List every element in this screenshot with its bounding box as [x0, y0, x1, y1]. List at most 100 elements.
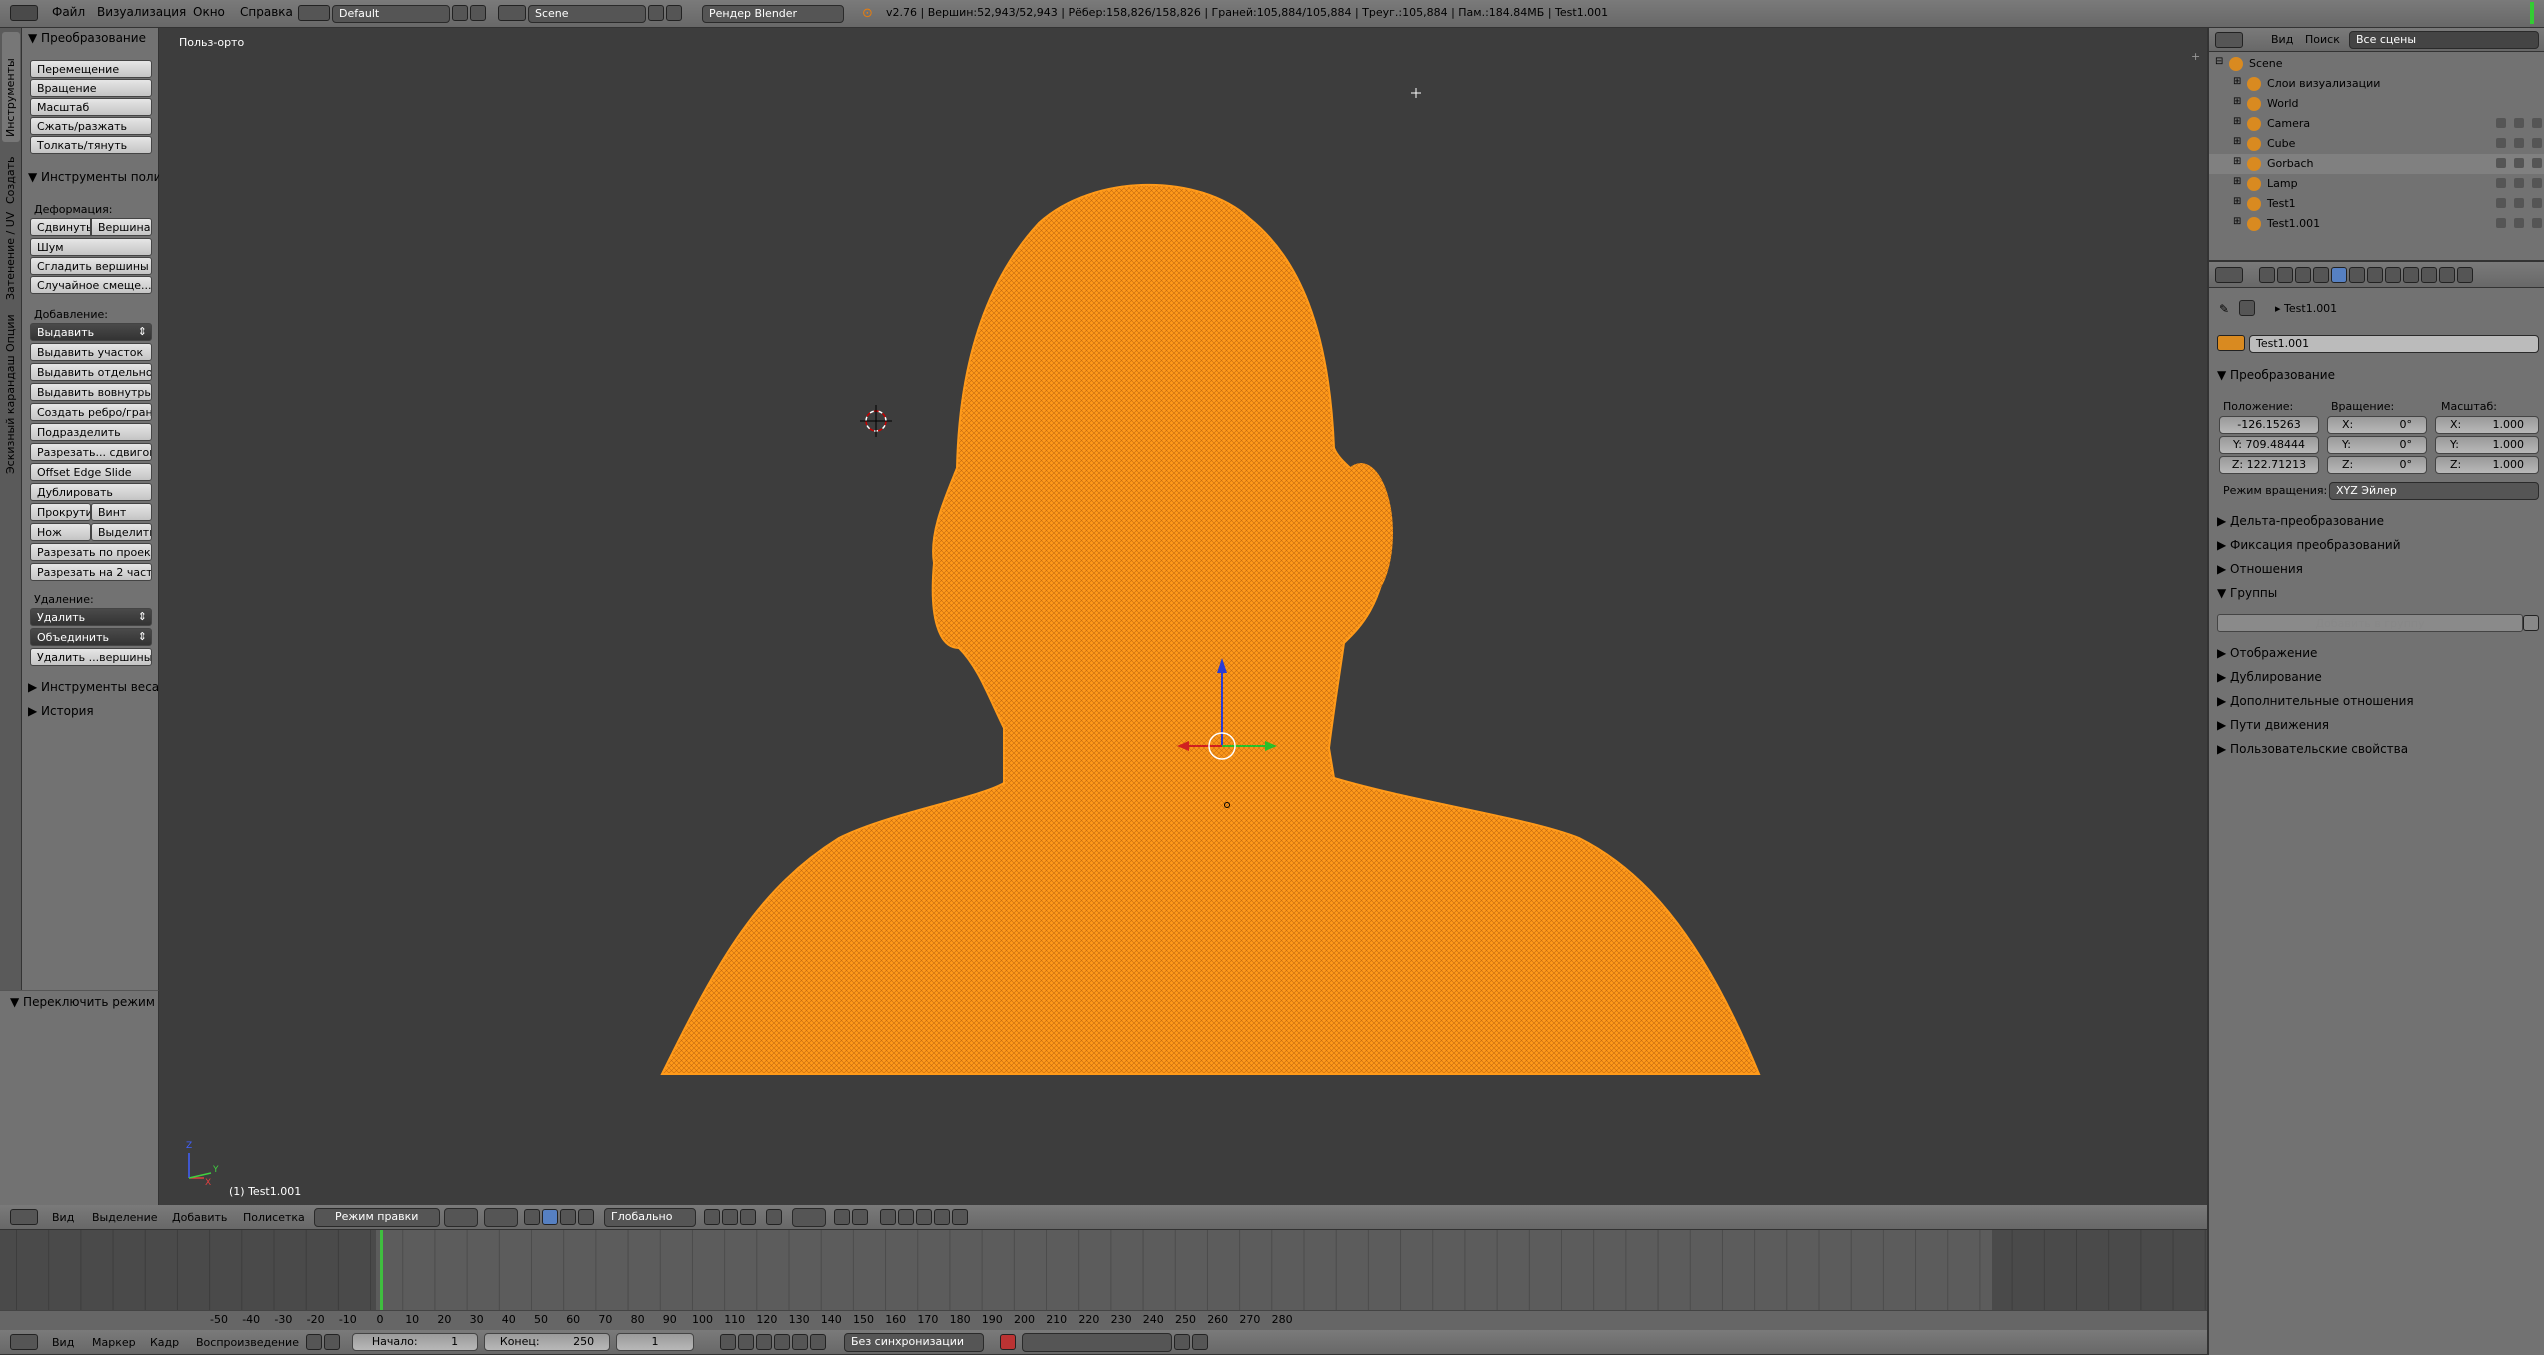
edge-select-icon[interactable]	[722, 1209, 738, 1225]
tab-shading-uv[interactable]: Затенение / UV	[2, 212, 20, 302]
outliner-item[interactable]: ⊞ Lamp	[2209, 174, 2544, 194]
prev-keyframe-icon[interactable]	[738, 1334, 754, 1350]
mesh-object[interactable]	[159, 28, 2207, 1205]
texture-tab-icon[interactable]	[2421, 267, 2437, 283]
vertex-select-icon[interactable]	[704, 1209, 720, 1225]
selectability-arrow-icon[interactable]	[2514, 178, 2524, 188]
render-engine-select[interactable]: Рендер Blender	[702, 5, 844, 23]
next-keyframe-icon[interactable]	[792, 1334, 808, 1350]
outliner-item[interactable]: ⊞ Test1.001	[2209, 214, 2544, 234]
expand-arrow-icon[interactable]: ⊞	[2233, 76, 2241, 87]
scene-add-icon[interactable]	[648, 5, 664, 21]
delete-keyframe-icon[interactable]	[1192, 1334, 1208, 1350]
viewport-corner-plus-icon[interactable]: +	[2191, 50, 2200, 63]
manipulator-toggle-icon[interactable]	[524, 1209, 540, 1225]
knife-button[interactable]: Нож	[30, 523, 91, 541]
outliner-item[interactable]: ⊞ Cube	[2209, 134, 2544, 154]
render-layers-tab-icon[interactable]	[2277, 267, 2293, 283]
smooth-vertex-button[interactable]: Сгладить вершины	[30, 257, 152, 275]
pivot-point-select[interactable]	[484, 1208, 518, 1227]
tab-tools[interactable]: Инструменты	[2, 32, 20, 142]
viewport-shading-select[interactable]	[444, 1208, 478, 1227]
layout-close-icon[interactable]	[470, 5, 486, 21]
snap-element-icon[interactable]	[852, 1209, 868, 1225]
start-frame-field[interactable]: Начало: 1	[352, 1333, 478, 1351]
rotate-button[interactable]: Вращение	[30, 79, 152, 97]
panel-history-header[interactable]: ▶ История	[28, 704, 94, 718]
expand-arrow-icon[interactable]: ⊞	[2233, 116, 2241, 127]
location-y-field[interactable]: Y: 709.48444	[2219, 436, 2319, 454]
insert-keyframe-icon[interactable]	[1174, 1334, 1190, 1350]
visibility-eye-icon[interactable]	[2496, 158, 2506, 168]
panel-groups-header[interactable]: ▼ Группы	[2217, 586, 2277, 600]
current-frame-indicator[interactable]	[380, 1230, 383, 1312]
expand-arrow-icon[interactable]: ⊞	[2233, 156, 2241, 167]
offset-edge-slide-button[interactable]: Offset Edge Slide	[30, 463, 152, 481]
physics-tab-icon[interactable]	[2457, 267, 2473, 283]
menu-window[interactable]: Окно	[193, 5, 225, 19]
extrude-menu[interactable]: Выдавить ⇕	[30, 323, 152, 341]
scale-button[interactable]: Масштаб	[30, 98, 152, 116]
translate-manipulator-icon[interactable]	[542, 1209, 558, 1225]
location-x-field[interactable]: -126.15263	[2219, 416, 2319, 434]
location-z-field[interactable]: Z: 122.71213	[2219, 456, 2319, 474]
play-icon[interactable]	[774, 1334, 790, 1350]
jump-start-icon[interactable]	[720, 1334, 736, 1350]
scale-z-field[interactable]: Z: 1.000	[2435, 456, 2539, 474]
panel-relations-header[interactable]: ▶ Отношения	[2217, 562, 2303, 576]
record-icon[interactable]	[1000, 1334, 1016, 1350]
panel-weight-tools-header[interactable]: ▶ Инструменты веса	[28, 680, 159, 694]
screen-layout-icon[interactable]	[298, 5, 330, 21]
inset-button[interactable]: Выдавить вовнутрь	[30, 383, 152, 401]
scene-field[interactable]: Scene	[528, 5, 646, 23]
rotation-mode-select[interactable]: XYZ Эйлер	[2329, 482, 2539, 500]
viewport-editor-type-icon[interactable]	[10, 1209, 38, 1225]
renderability-camera-icon[interactable]	[2532, 218, 2542, 228]
tl-menu-view[interactable]: Вид	[52, 1336, 74, 1349]
visibility-eye-icon[interactable]	[2496, 218, 2506, 228]
visibility-eye-icon[interactable]	[2496, 178, 2506, 188]
add-to-group-button[interactable]: Добавить в группу	[2217, 614, 2523, 632]
vh-menu-add[interactable]: Добавить	[172, 1211, 227, 1224]
vh-menu-mesh[interactable]: Полисетка	[243, 1211, 305, 1224]
outliner-item[interactable]: ⊞ Test1	[2209, 194, 2544, 214]
noise-button[interactable]: Шум	[30, 238, 152, 256]
menu-help[interactable]: Справка	[240, 5, 293, 19]
timeline-area[interactable]	[0, 1230, 2207, 1330]
snap-icon[interactable]	[834, 1209, 850, 1225]
slide-vertex-button[interactable]: Вершина	[91, 218, 152, 236]
menu-render[interactable]: Визуализация	[97, 5, 186, 19]
end-frame-field[interactable]: Конец: 250	[484, 1333, 610, 1351]
visibility-eye-icon[interactable]	[2496, 118, 2506, 128]
outliner-menu-search[interactable]: Поиск	[2305, 33, 2340, 46]
extrude-individual-button[interactable]: Выдавить отдельно	[30, 363, 152, 381]
outliner-item[interactable]: ⊞ Gorbach	[2209, 154, 2544, 174]
scale-manipulator-icon[interactable]	[578, 1209, 594, 1225]
data-tab-icon[interactable]	[2385, 267, 2401, 283]
vh-menu-view[interactable]: Вид	[52, 1211, 74, 1224]
selectability-arrow-icon[interactable]	[2514, 138, 2524, 148]
jump-end-icon[interactable]	[810, 1334, 826, 1350]
slide-edge-button[interactable]: Сдвинуть	[30, 218, 91, 236]
knife-select-button[interactable]: Выделить	[91, 523, 152, 541]
renderability-camera-icon[interactable]	[2532, 178, 2542, 188]
preview-range-icon[interactable]	[306, 1334, 322, 1350]
panel-mesh-tools-header[interactable]: ▼ Инструменты поли	[28, 170, 161, 184]
selectability-arrow-icon[interactable]	[2514, 198, 2524, 208]
expand-arrow-icon[interactable]: ⊞	[2233, 176, 2241, 187]
panel-transform-locks-header[interactable]: ▶ Фиксация преобразований	[2217, 538, 2401, 552]
delete-menu[interactable]: Удалить ⇕	[30, 608, 152, 626]
menu-file[interactable]: Файл	[52, 5, 85, 19]
tl-menu-marker[interactable]: Маркер	[92, 1336, 136, 1349]
panel-delta-transform-header[interactable]: ▶ Дельта-преобразование	[2217, 514, 2384, 528]
scene-close-icon[interactable]	[666, 5, 682, 21]
panel-relations-extras-header[interactable]: ▶ Дополнительные отношения	[2217, 694, 2414, 708]
properties-editor-type-icon[interactable]	[2215, 267, 2243, 283]
world-tab-icon[interactable]	[2313, 267, 2329, 283]
panel-display-header[interactable]: ▶ Отображение	[2217, 646, 2317, 660]
scale-x-field[interactable]: X: 1.000	[2435, 416, 2539, 434]
remove-doubles-button[interactable]: Удалить ...вершины	[30, 648, 152, 666]
scale-y-field[interactable]: Y: 1.000	[2435, 436, 2539, 454]
expand-arrow-icon[interactable]: ⊞	[2233, 136, 2241, 147]
rotation-y-field[interactable]: Y: 0°	[2327, 436, 2427, 454]
